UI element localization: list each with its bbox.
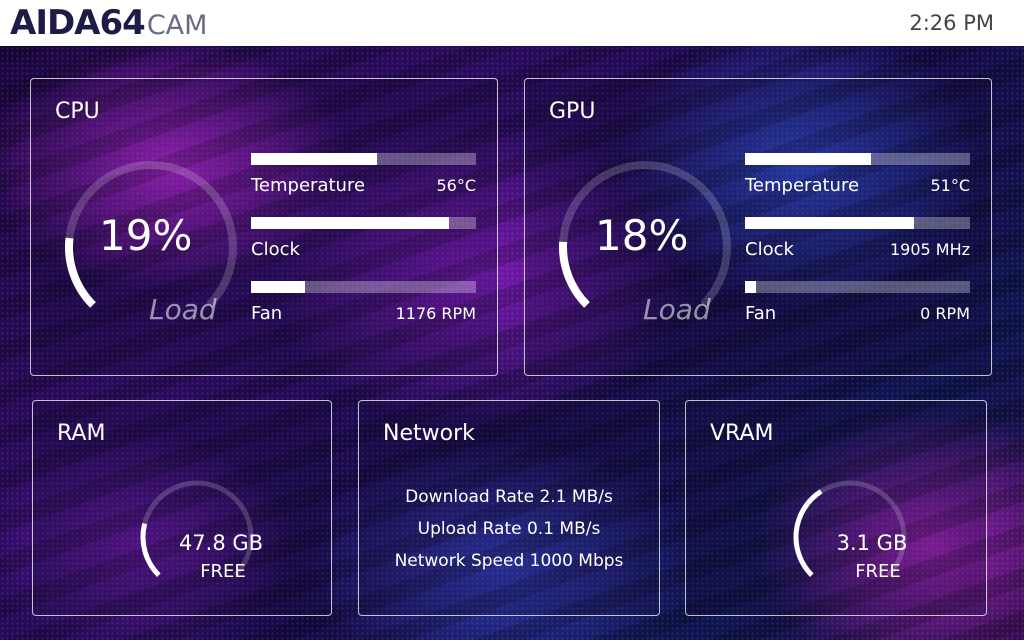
gpu-clock-bar (745, 217, 970, 229)
gpu-clock-metric: Clock 1905 MHz (745, 217, 970, 271)
cpu-temperature-metric: Temperature 56°C (251, 153, 476, 207)
gpu-temperature-metric: Temperature 51°C (745, 153, 970, 207)
vram-free-label: FREE (855, 561, 901, 582)
gpu-load-value: 18% (595, 211, 689, 260)
gpu-fan-value: 0 RPM (920, 304, 970, 323)
cpu-load-arc (65, 237, 96, 308)
ram-panel: RAM 47.8 GB FREE (32, 400, 332, 616)
cpu-clock-label: Clock (251, 239, 300, 260)
cpu-title: CPU (55, 99, 100, 124)
cpu-temperature-value: 56°C (436, 176, 476, 195)
gpu-load-label: Load (643, 293, 711, 326)
cpu-temperature-bar-fill (251, 153, 377, 165)
vram-panel: VRAM 3.1 GB FREE (685, 400, 987, 616)
clock-time: 2:26 PM (909, 11, 994, 35)
background-wallpaper: CPU 19% Load Temperature 56°C Clock Fan … (0, 46, 1024, 640)
cpu-fan-metric: Fan 1176 RPM (251, 281, 476, 335)
gpu-panel: GPU 18% Load Temperature 51°C Clock 1905… (524, 78, 992, 376)
top-bar: AIDA64 CAM 2:26 PM (0, 0, 1024, 46)
cpu-panel: CPU 19% Load Temperature 56°C Clock Fan … (30, 78, 498, 376)
network-title: Network (383, 421, 475, 446)
cpu-fan-bar-fill (251, 281, 305, 293)
network-download-rate: Download Rate 2.1 MB/s (405, 487, 613, 507)
gpu-temperature-bar (745, 153, 970, 165)
cpu-temperature-bar (251, 153, 476, 165)
app-logo: AIDA64 CAM (10, 3, 207, 43)
vram-title: VRAM (710, 421, 774, 446)
cpu-fan-bar (251, 281, 476, 293)
cpu-load-value: 19% (99, 211, 193, 260)
network-panel: Network Download Rate 2.1 MB/s Upload Ra… (358, 400, 660, 616)
gpu-clock-value: 1905 MHz (889, 240, 970, 259)
gpu-fan-metric: Fan 0 RPM (745, 281, 970, 335)
network-speed: Network Speed 1000 Mbps (394, 551, 624, 571)
cpu-clock-bar-fill (251, 217, 449, 229)
logo-main-text: AIDA64 (10, 3, 146, 43)
gpu-title: GPU (549, 99, 596, 124)
ram-title: RAM (57, 421, 106, 446)
gpu-clock-label: Clock (745, 239, 794, 260)
gpu-fan-bar-fill (745, 281, 757, 293)
gpu-fan-bar (745, 281, 970, 293)
cpu-fan-label: Fan (251, 303, 283, 324)
network-upload-rate: Upload Rate 0.1 MB/s (417, 519, 601, 539)
logo-sub-text: CAM (146, 10, 208, 41)
cpu-load-label: Load (149, 293, 217, 326)
gpu-temperature-label: Temperature (745, 175, 860, 196)
cpu-fan-value: 1176 RPM (395, 304, 476, 323)
ram-free-label: FREE (200, 561, 246, 582)
cpu-temperature-label: Temperature (251, 175, 366, 196)
gpu-fan-label: Fan (745, 303, 777, 324)
cpu-clock-metric: Clock (251, 217, 476, 271)
gpu-temperature-value: 51°C (930, 176, 970, 195)
gpu-temperature-bar-fill (745, 153, 871, 165)
gpu-load-arc (559, 241, 590, 308)
gpu-clock-bar-fill (745, 217, 914, 229)
cpu-clock-bar (251, 217, 476, 229)
ram-free-value: 47.8 GB (178, 531, 264, 555)
vram-free-value: 3.1 GB (836, 531, 908, 555)
